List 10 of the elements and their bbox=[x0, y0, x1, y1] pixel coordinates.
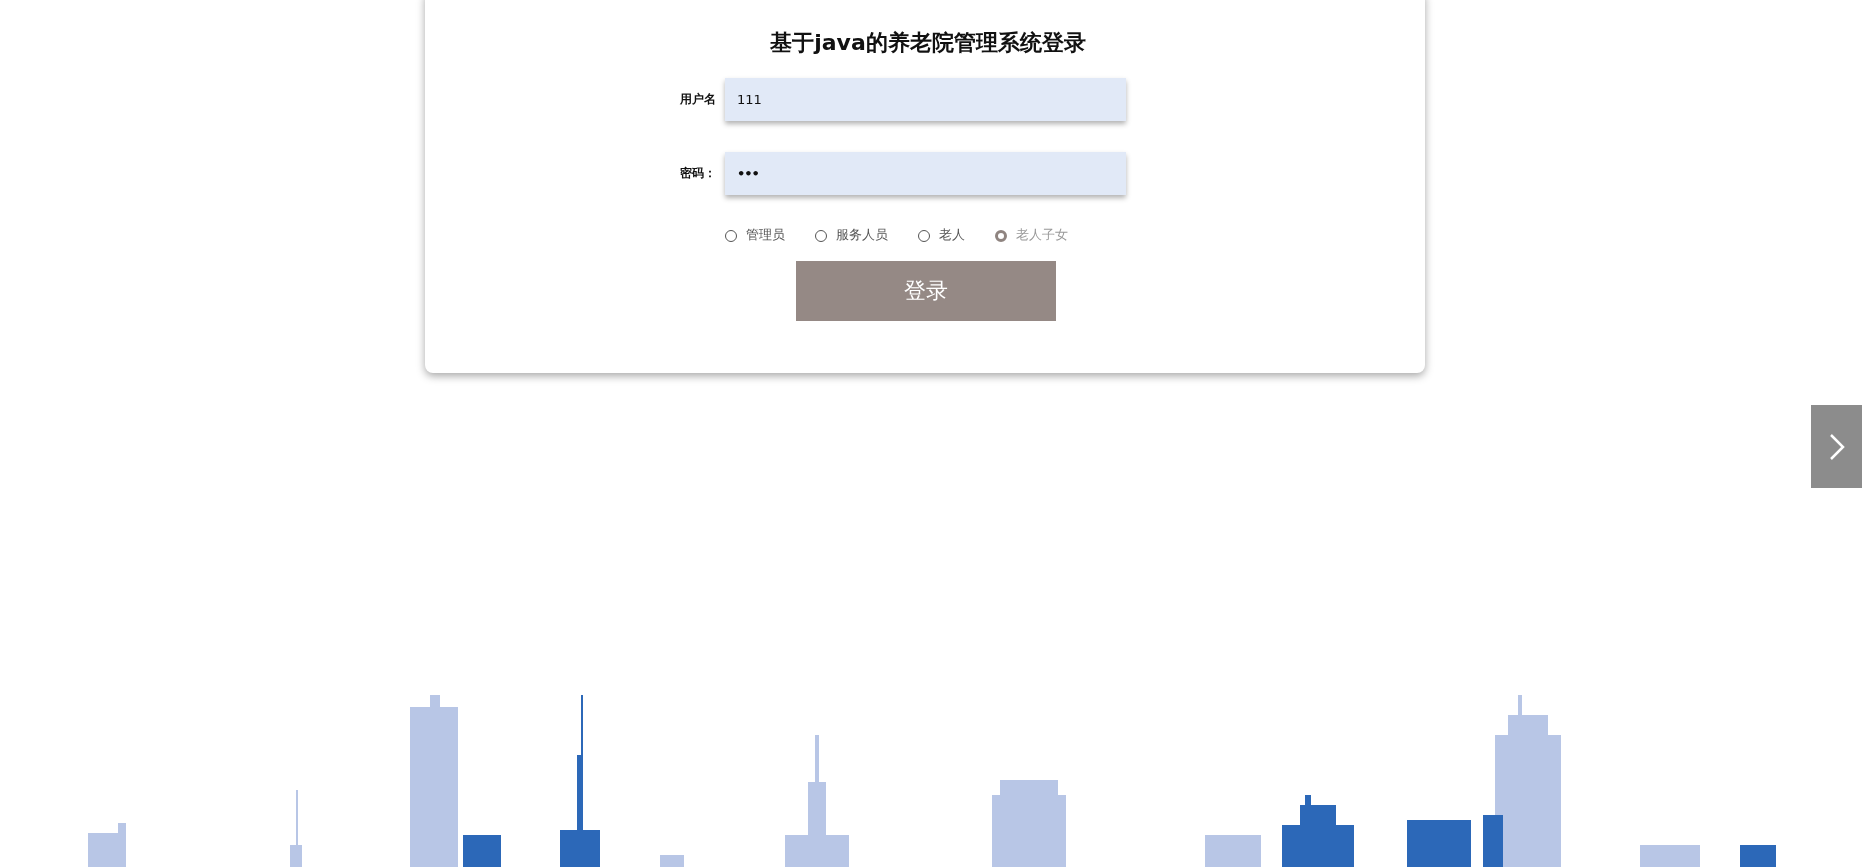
radio-button[interactable] bbox=[995, 229, 1007, 242]
username-field[interactable]: 111 bbox=[725, 78, 1126, 121]
radio-label[interactable]: 服务人员 bbox=[836, 227, 888, 244]
chevron-right-icon bbox=[1828, 432, 1845, 461]
radio-label[interactable]: 管理员 bbox=[746, 227, 785, 244]
field-label: 用户名 bbox=[679, 91, 716, 108]
field-label: 密码： bbox=[679, 165, 716, 182]
password-field[interactable]: ••• bbox=[725, 152, 1126, 195]
radio-label[interactable]: 老人 bbox=[939, 227, 965, 244]
login-title: 基于java的养老院管理系统登录 bbox=[769, 29, 1087, 57]
